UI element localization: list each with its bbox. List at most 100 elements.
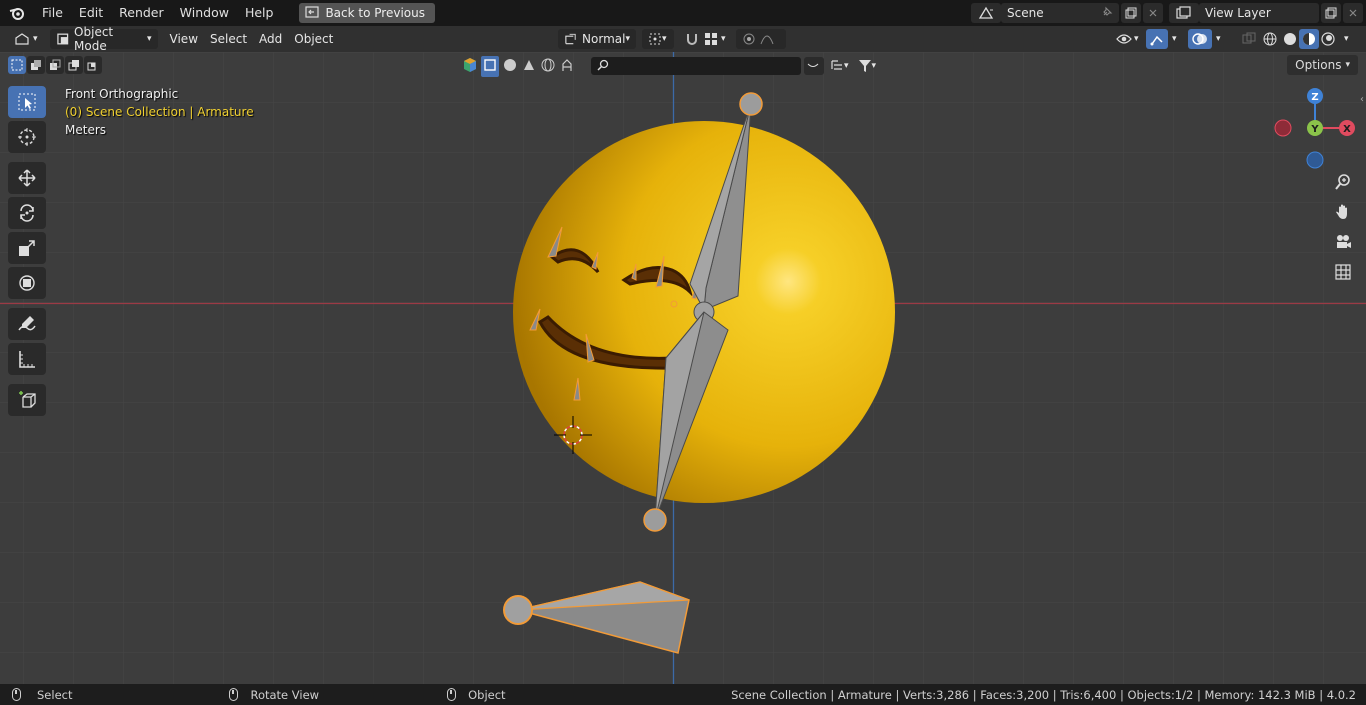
funnel-filter-icon[interactable]: ▾ (855, 57, 880, 75)
material-shading-icon (1303, 33, 1315, 45)
menu-add[interactable]: Add (253, 29, 288, 49)
scene-name-field[interactable]: Scene (1001, 3, 1119, 23)
new-view-layer-icon[interactable] (1321, 3, 1341, 23)
viewport-search-input[interactable] (591, 57, 801, 75)
chevron-down-icon: ▾ (1345, 60, 1350, 70)
pin-icon[interactable] (1101, 6, 1113, 21)
select-extend-icon[interactable] (27, 56, 45, 74)
xray-toggle[interactable] (1236, 29, 1262, 49)
status-rotate-hint: Rotate View (229, 688, 319, 702)
world-filter-icon[interactable] (540, 57, 556, 76)
rotate-tool[interactable] (8, 197, 46, 229)
camera-view-icon[interactable] (1331, 230, 1355, 254)
menu-window[interactable]: Window (172, 0, 237, 26)
mode-label: Object Mode (74, 25, 114, 53)
snap-target-selector[interactable]: ▾ (698, 29, 732, 49)
pivot-icon (649, 33, 661, 45)
scene-type-icon[interactable] (971, 3, 1001, 23)
menu-select[interactable]: Select (204, 29, 253, 49)
select-invert-icon[interactable] (65, 56, 83, 74)
menu-object[interactable]: Object (288, 29, 339, 49)
gizmo-options[interactable]: ▾ (1166, 29, 1183, 49)
proportional-editing-icon (743, 33, 755, 45)
status-object-hint: Object (447, 688, 506, 702)
gizmo-y-label: Y (1310, 124, 1319, 135)
move-icon (18, 169, 36, 187)
overlays-toggle[interactable] (1188, 29, 1212, 49)
gizmo-icon (1150, 35, 1163, 46)
mouse-left-icon (12, 688, 21, 701)
sphere-filter-icon[interactable] (502, 57, 518, 76)
gizmo-z-label: Z (1311, 92, 1318, 103)
transform-tool[interactable] (8, 267, 46, 299)
overlays-icon (1192, 33, 1207, 45)
select-box-tool[interactable] (8, 86, 46, 118)
options-button[interactable]: Options ▾ (1287, 55, 1358, 75)
select-new-icon[interactable] (8, 56, 26, 74)
chevron-down-icon: ▾ (662, 34, 667, 44)
status-select-label: Select (37, 687, 73, 702)
pivot-point-selector[interactable]: ▾ (642, 29, 674, 49)
add-cube-icon (19, 391, 36, 408)
shading-material[interactable] (1299, 29, 1319, 49)
status-select-hint: Select (12, 688, 72, 702)
light-filter-icon[interactable] (521, 57, 537, 76)
view-name-label: Front Orthographic (65, 87, 179, 101)
back-to-previous-label: Back to Previous (325, 6, 425, 20)
delete-scene-icon[interactable] (1143, 3, 1163, 23)
zoom-icon[interactable] (1331, 170, 1355, 194)
view-layer-name-field[interactable]: View Layer (1199, 3, 1319, 23)
cursor-tool[interactable] (8, 121, 46, 153)
shading-rendered[interactable] (1318, 29, 1338, 49)
gizmo-toggle[interactable] (1146, 29, 1168, 49)
select-intersect-icon[interactable] (84, 56, 102, 74)
scale-tool[interactable] (8, 232, 46, 264)
menu-file[interactable]: File (34, 0, 71, 26)
all-types-icon[interactable] (462, 57, 478, 76)
snap-grid-icon (705, 33, 717, 45)
overlays-options[interactable]: ▾ (1210, 29, 1227, 49)
move-tool[interactable] (8, 162, 46, 194)
orthographic-toggle-icon[interactable] (1331, 260, 1355, 284)
chevron-down-icon: ▾ (147, 34, 152, 44)
chevron-down-icon: ▾ (844, 61, 849, 71)
proportional-editing-selector[interactable] (736, 29, 786, 49)
outliner-filter-icon[interactable]: ▾ (827, 57, 852, 75)
view-layer-icon[interactable] (1169, 3, 1199, 23)
menu-help[interactable]: Help (237, 0, 282, 26)
wireframe-shading-icon (1263, 32, 1277, 46)
search-icon (597, 59, 609, 74)
editor-type-selector[interactable]: ▾ (8, 29, 44, 49)
delete-view-layer-icon[interactable] (1343, 3, 1363, 23)
shading-wireframe[interactable] (1260, 29, 1280, 49)
pan-hand-icon[interactable] (1331, 200, 1355, 224)
measure-ruler-icon (19, 351, 35, 368)
shading-options[interactable]: ▾ (1338, 29, 1355, 49)
back-to-previous-button[interactable]: Back to Previous (299, 3, 435, 23)
visibility-selector[interactable]: ▾ (1110, 29, 1145, 49)
add-cube-tool[interactable] (8, 384, 46, 416)
scale-icon (19, 240, 35, 256)
transform-orientation-selector[interactable]: Normal ▾ (558, 29, 636, 49)
cursor-icon (18, 128, 36, 146)
rotate-icon (20, 204, 34, 222)
shading-solid[interactable] (1280, 29, 1300, 49)
blender-logo-icon[interactable] (0, 0, 34, 26)
chevron-down-icon: ▾ (871, 61, 877, 71)
collection-info-label: (0) Scene Collection | Armature (65, 105, 254, 119)
eye-icon (1116, 34, 1132, 44)
armature-filter-icon[interactable] (559, 57, 575, 76)
view-layer-selector: View Layer (1167, 3, 1363, 23)
3d-viewport[interactable]: Front Orthographic (0) Scene Collection … (0, 52, 1366, 684)
select-subtract-icon[interactable] (46, 56, 64, 74)
measure-tool[interactable] (8, 343, 46, 375)
annotate-tool[interactable] (8, 308, 46, 340)
menu-render[interactable]: Render (111, 0, 172, 26)
new-scene-icon[interactable] (1121, 3, 1141, 23)
mesh-filter-icon[interactable] (481, 55, 499, 77)
search-options-icon[interactable] (804, 57, 824, 75)
menu-view[interactable]: View (164, 29, 204, 49)
navigation-gizmo[interactable]: Z X Y (1272, 86, 1362, 172)
menu-edit[interactable]: Edit (71, 0, 111, 26)
mode-selector[interactable]: Object Mode ▾ (49, 25, 158, 53)
